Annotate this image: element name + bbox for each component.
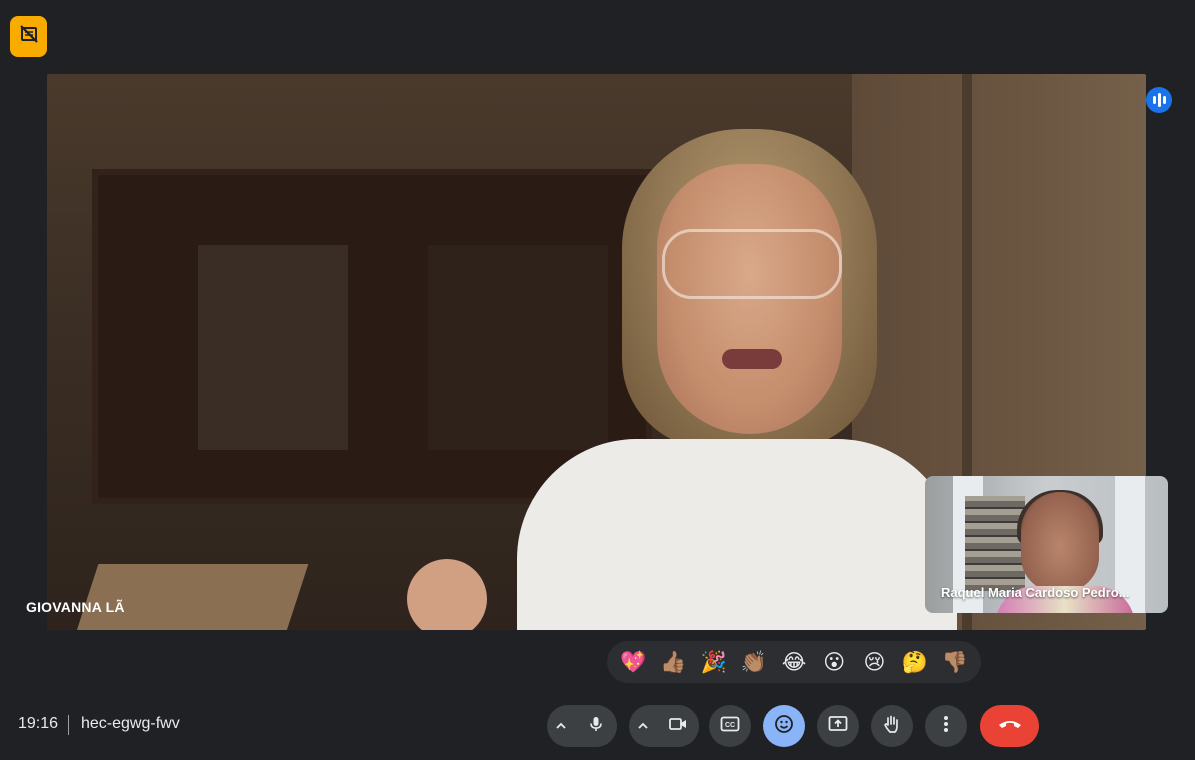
clapping-hands-icon[interactable]: 👏🏽 [737,645,771,679]
present-screen-icon [828,715,848,738]
microphone-button[interactable] [575,705,617,747]
speaking-indicator-icon [1146,87,1172,113]
thumbs-down-icon[interactable]: 👎🏽 [938,645,972,679]
sparkling-heart-icon[interactable]: 💖 [616,645,650,679]
emoji-icon [774,714,794,739]
camera-button[interactable] [657,705,699,747]
present-screen-button[interactable] [817,705,859,747]
more-options-icon [943,715,949,738]
microphone-control-group [547,705,617,747]
background-books [965,496,1025,591]
window-pane [198,245,348,450]
chevron-up-icon[interactable] [629,705,657,747]
participant-shirt [517,439,957,630]
participant-figure [477,129,957,630]
party-popper-icon[interactable]: 🎉 [697,645,731,679]
surprised-face-icon[interactable]: 😮 [817,645,851,679]
raise-hand-button[interactable] [871,705,913,747]
camera-control-group [629,705,699,747]
self-view-tile[interactable]: Raquel Maria Cardoso Pedro... [925,476,1168,613]
thinking-face-icon[interactable]: 🤔 [898,645,932,679]
captions-icon: CC [720,716,740,737]
participant-hand [407,559,487,630]
foreground-box [75,564,309,630]
microphone-icon [587,715,605,738]
svg-text:CC: CC [725,722,735,729]
main-participant-name: GIOVANNA LÃ [26,599,125,615]
visual-effects-off-badge[interactable] [10,16,47,57]
captions-button[interactable]: CC [709,705,751,747]
camera-icon [668,716,688,737]
participant-face [657,164,842,434]
chevron-up-icon[interactable] [547,705,575,747]
sad-face-icon[interactable]: 😢 [857,645,891,679]
end-call-button[interactable] [980,705,1039,747]
reactions-bar: 💖 👍🏽 🎉 👏🏽 😂 😮 😢 🤔 👎🏽 [607,641,981,683]
more-options-button[interactable] [925,705,967,747]
participant-glasses [662,229,842,299]
end-call-icon [997,717,1023,735]
self-face [1021,492,1099,592]
participant-mouth [722,349,782,369]
raise-hand-icon [883,714,901,739]
tears-of-joy-icon[interactable]: 😂 [777,645,811,679]
no-background-icon [19,24,39,49]
emoji-reactions-button[interactable] [763,705,805,747]
call-controls: CC [0,705,1195,747]
self-view-name: Raquel Maria Cardoso Pedro... [941,585,1130,600]
thumbs-up-icon[interactable]: 👍🏽 [656,645,690,679]
